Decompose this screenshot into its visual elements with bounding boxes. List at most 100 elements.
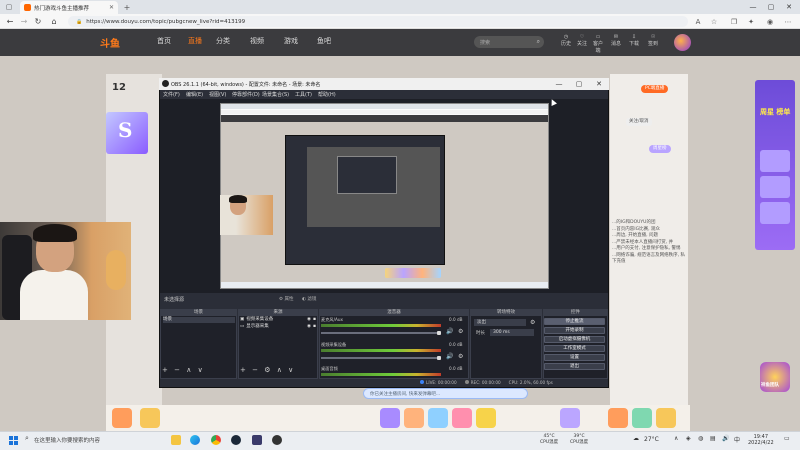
gift-icon[interactable] — [140, 408, 160, 428]
gift-icon[interactable] — [428, 408, 448, 428]
gift-icon[interactable] — [608, 408, 628, 428]
add-icon[interactable]: + — [240, 366, 246, 374]
weekly-rank-button[interactable]: 周星榜 — [649, 145, 671, 153]
douyu-search-input[interactable]: 搜索 ⌕ — [474, 36, 544, 48]
obs-maximize-icon[interactable]: ▢ — [572, 78, 586, 90]
obs-minimize-icon[interactable]: — — [552, 78, 566, 90]
lock-icon[interactable]: ▪ — [313, 324, 316, 330]
move-up-icon[interactable]: ∧ — [277, 366, 282, 374]
pc-live-button[interactable]: PC端直播 — [641, 85, 669, 93]
menu-tools[interactable]: 工具(T) — [295, 91, 312, 98]
menu-scene-collection[interactable]: 场景集合(S) — [262, 91, 289, 98]
system-clock[interactable]: 19:47 2022/4/22 — [748, 434, 774, 446]
gift-icon[interactable] — [380, 408, 400, 428]
weather-temp[interactable]: 27°C — [644, 436, 659, 443]
tray-app-icon[interactable]: ◍ — [698, 435, 703, 442]
scene-item[interactable]: 场景 — [163, 317, 235, 323]
history-icon[interactable]: ◷ 历史 — [559, 34, 573, 48]
tab-actions-icon[interactable]: ▢ — [3, 1, 15, 13]
collections-icon[interactable]: ❐ — [728, 15, 740, 28]
notification-icon[interactable]: ▭ — [784, 435, 790, 442]
forward-icon[interactable]: → — [18, 15, 30, 28]
danmu-notice[interactable]: 你已关注主播房间, 快来发弹幕吧... — [363, 388, 528, 399]
gift-icon[interactable] — [404, 408, 424, 428]
lock-icon[interactable]: ▪ — [313, 317, 316, 323]
tab-close-icon[interactable]: ✕ — [109, 4, 114, 11]
properties-button[interactable]: ⚙ 属性 — [279, 296, 293, 302]
profile-icon[interactable]: ◉ — [764, 15, 776, 28]
speaker-icon[interactable]: 🔊 — [446, 353, 453, 360]
network-icon[interactable]: ▤ — [710, 435, 716, 442]
rank-item[interactable] — [760, 150, 790, 172]
douyu-logo[interactable]: 斗鱼 — [100, 35, 120, 50]
menu-file[interactable]: 文件(F) — [163, 91, 180, 98]
nav-category[interactable]: 分类 — [216, 36, 230, 46]
nav-fishbar[interactable]: 鱼吧 — [317, 36, 331, 46]
read-aloud-icon[interactable]: A — [692, 15, 704, 28]
nav-video[interactable]: 视频 — [250, 36, 264, 46]
obs-close-icon[interactable]: ✕ — [592, 78, 606, 90]
more-icon[interactable]: ⋯ — [782, 15, 794, 28]
nav-home[interactable]: 首页 — [157, 36, 171, 46]
obs-icon[interactable] — [272, 435, 282, 445]
refresh-icon[interactable]: ↻ — [32, 15, 44, 28]
edge-icon[interactable] — [190, 435, 200, 445]
download-icon[interactable]: ⇩ 下载 — [627, 34, 641, 48]
user-avatar[interactable] — [674, 34, 691, 51]
browser-tab[interactable]: 热门游戏斗鱼主播推荐 ✕ — [20, 1, 118, 14]
taskbar-search-input[interactable]: 在这里输入你要搜索的内容 — [34, 436, 100, 444]
menu-docks[interactable]: 停靠部件(D) — [232, 91, 260, 98]
gear-icon[interactable]: ⚙ — [458, 353, 463, 360]
follow-icon[interactable]: ♡ 关注 — [575, 34, 589, 48]
home-icon[interactable]: ⌂ — [48, 15, 60, 28]
volume-icon[interactable]: 🔊 — [722, 435, 729, 442]
steam-icon[interactable] — [231, 435, 241, 445]
volume-fader[interactable] — [321, 357, 441, 359]
filters-button[interactable]: ◐ 滤镜 — [302, 296, 316, 302]
menu-edit[interactable]: 编辑(E) — [186, 91, 203, 98]
visibility-icon[interactable]: ◉ — [307, 317, 311, 323]
chrome-icon[interactable] — [211, 435, 221, 445]
weather-icon[interactable]: ☁ — [633, 435, 639, 442]
gift-icon[interactable] — [476, 408, 496, 428]
nav-live[interactable]: 直播 — [188, 36, 202, 46]
gear-icon[interactable]: ⚙ — [264, 366, 270, 374]
address-bar[interactable]: 🔒 https://www.douyu.com/topic/pubgcnew_l… — [68, 16, 688, 27]
maximize-icon[interactable]: ▢ — [762, 0, 780, 14]
source-item[interactable]: ▣ 视频采集设备 ◉ ▪ — [240, 317, 316, 323]
visibility-icon[interactable]: ◉ — [307, 324, 311, 330]
search-icon[interactable]: ⌕ — [537, 38, 540, 46]
exit-button[interactable]: 退出 — [544, 363, 605, 370]
gift-icon[interactable] — [452, 408, 472, 428]
message-icon[interactable]: ✉ 消息 — [609, 34, 623, 48]
fader-knob[interactable] — [437, 356, 441, 360]
add-icon[interactable]: + — [162, 366, 168, 374]
extensions-icon[interactable]: ✦ — [745, 15, 757, 28]
remove-icon[interactable]: − — [252, 366, 258, 374]
move-up-icon[interactable]: ∧ — [186, 366, 191, 374]
speaker-icon[interactable]: 🔊 — [446, 328, 453, 335]
move-down-icon[interactable]: ∨ — [288, 366, 293, 374]
start-recording-button[interactable]: 开始录制 — [544, 327, 605, 334]
client-icon[interactable]: ▭ 客户端 — [591, 34, 605, 55]
gift-icon[interactable] — [656, 408, 676, 428]
virtual-camera-button[interactable]: 启动虚拟摄像机 — [544, 336, 605, 343]
favorite-icon[interactable]: ☆ — [708, 15, 720, 28]
stop-streaming-button[interactable]: 停止推流 — [544, 318, 605, 325]
close-window-icon[interactable]: ✕ — [780, 0, 798, 14]
duration-input[interactable]: 300 ms — [490, 329, 534, 336]
chevron-up-icon[interactable]: ∧ — [674, 435, 678, 442]
ime-icon[interactable]: 中 — [734, 435, 740, 444]
obs-title-bar[interactable]: OBS 26.1.1 (64-bit, windows) - 配置文件: 未命名… — [159, 78, 609, 90]
tray-app-icon[interactable]: ◈ — [686, 435, 691, 442]
move-down-icon[interactable]: ∨ — [198, 366, 203, 374]
gear-icon[interactable]: ⚙ — [530, 319, 535, 326]
nav-games[interactable]: 游戏 — [284, 36, 298, 46]
settings-button[interactable]: 设置 — [544, 354, 605, 361]
source-item[interactable]: ▭ 显示器采集 ◉ ▪ — [240, 324, 316, 330]
app-icon[interactable] — [252, 435, 262, 445]
studio-mode-button[interactable]: 工作室模式 — [544, 345, 605, 352]
back-icon[interactable]: ← — [4, 15, 16, 28]
search-icon[interactable]: ⌕ — [25, 434, 29, 443]
gift-icon[interactable] — [560, 408, 580, 428]
